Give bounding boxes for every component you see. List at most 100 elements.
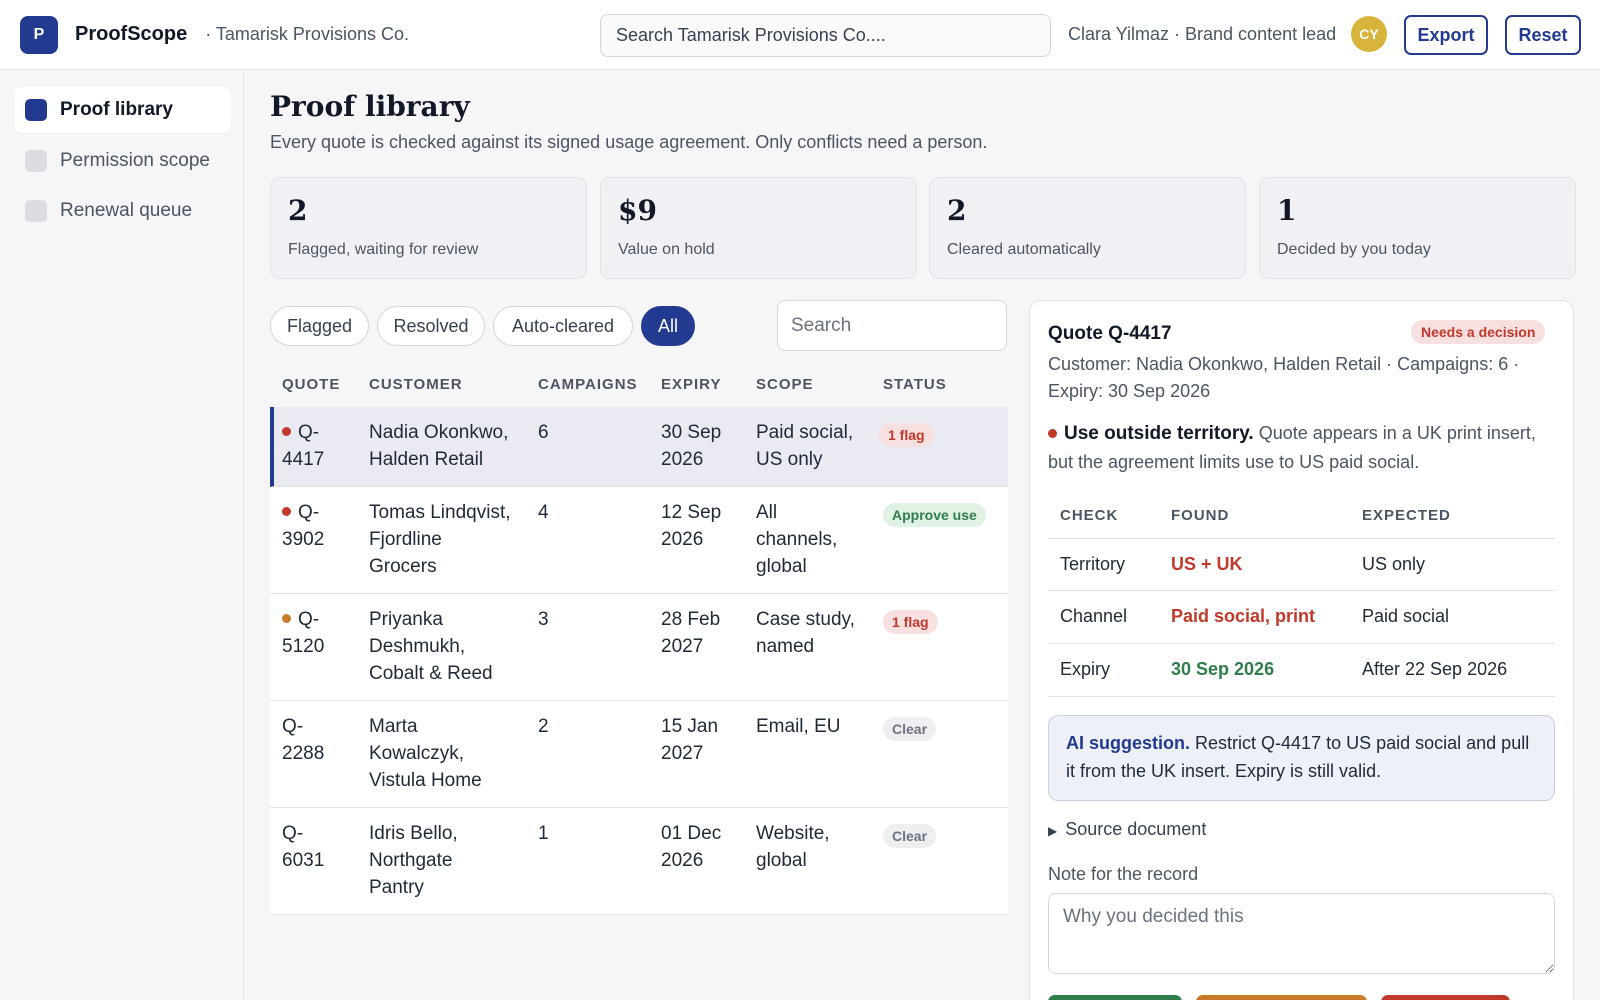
quote-cell: Q- 5120: [282, 609, 325, 657]
expiry-cell: 30 Sep 2026: [661, 422, 722, 470]
decision-badge: Needs a decision: [1411, 320, 1546, 344]
source-document-toggle[interactable]: ▶ Source document: [1048, 819, 1206, 840]
column-header-scope[interactable]: SCOPE: [756, 376, 814, 393]
column-header-expiry[interactable]: EXPIRY: [661, 376, 721, 393]
note-textarea[interactable]: [1048, 893, 1555, 974]
proof-library-icon: [25, 99, 47, 121]
status-badge: Clear: [883, 717, 937, 741]
status-dot: [282, 507, 291, 517]
check-expected: US only: [1362, 554, 1426, 574]
scope-cell: Paid social, US only: [756, 422, 854, 470]
expiry-cell: 12 Sep 2026: [661, 502, 722, 550]
source-document-label: Source document: [1065, 819, 1207, 839]
list-search-input[interactable]: [777, 300, 1007, 351]
quote-cell: Q- 6031: [282, 823, 325, 871]
approve-action-button[interactable]: [1048, 995, 1182, 1000]
check-name: Territory: [1060, 554, 1126, 574]
table-row[interactable]: Q- 5120 Priyanka Deshmukh, Cobalt & Reed 3 …: [270, 594, 1008, 701]
check-found: Paid social, print: [1171, 606, 1316, 626]
note-label: Note for the record: [1048, 864, 1199, 884]
check-expected: After 22 Sep 2026: [1362, 659, 1508, 679]
org-name: · Tamarisk Provisions Co.: [205, 24, 409, 44]
renewal-queue-icon: [25, 200, 47, 222]
top-bar: P ProofScope · Tamarisk Provisions Co. C…: [0, 0, 1600, 70]
app-name: ProofScope: [75, 23, 188, 45]
status-dot: [282, 614, 291, 624]
expiry-cell: 15 Jan 2027: [661, 716, 719, 764]
restrict-action-button[interactable]: [1196, 995, 1367, 1000]
check-found: 30 Sep 2026: [1171, 659, 1275, 679]
table-row[interactable]: Q- 2288 Marta Kowalczyk, Vistula Home 2 15 …: [270, 701, 1008, 808]
reset-button[interactable]: Reset: [1505, 15, 1581, 55]
table-row[interactable]: Q- 6031 Idris Bello, Northgate Pantry 1 01 …: [270, 808, 1008, 915]
stat-label: Decided by you today: [1277, 241, 1431, 258]
detail-title: Quote Q-4417: [1048, 323, 1172, 344]
scope-cell: Case study, named: [756, 609, 855, 657]
page-title: Proof library: [270, 90, 470, 123]
column-header-quote[interactable]: QUOTE: [282, 376, 340, 393]
ai-suggestion-label: AI suggestion.: [1066, 733, 1191, 753]
campaigns-cell: 6: [538, 422, 549, 443]
check-header-expected: EXPECTED: [1362, 507, 1451, 524]
column-header-campaigns[interactable]: CAMPAIGNS: [538, 376, 638, 393]
filter-resolved[interactable]: Resolved: [377, 306, 485, 346]
customer-cell: Nadia Okonkwo, Halden Retail: [369, 422, 509, 470]
page-subtitle: Every quote is checked against its signe…: [270, 132, 988, 152]
permission-scope-icon: [25, 150, 47, 172]
stat-card-flagged: 2 Flagged, waiting for review: [270, 177, 587, 279]
customer-cell: Priyanka Deshmukh, Cobalt & Reed: [369, 609, 493, 684]
filter-flagged[interactable]: Flagged: [270, 306, 369, 346]
sidebar-item-label: Proof library: [60, 99, 173, 120]
scope-cell: Website, global: [756, 823, 830, 871]
stat-label: Value on hold: [618, 241, 715, 258]
check-found: US + UK: [1171, 554, 1243, 574]
table-row[interactable]: Q- 4417 Nadia Okonkwo, Halden Retail 6 30 …: [270, 407, 1008, 487]
filter-all[interactable]: All: [641, 306, 695, 346]
stat-card-decided: 1 Decided by you today: [1259, 177, 1576, 279]
sidebar-item-permission-scope[interactable]: Permission scope: [14, 138, 231, 184]
user-label: Clara Yilmaz · Brand content lead: [1068, 24, 1337, 44]
scope-cell: Email, EU: [756, 716, 841, 737]
table-row[interactable]: Q- 3902 Tomas Lindqvist, Fjordline Grocers …: [270, 487, 1008, 594]
check-row: Channel Paid social, print Paid social: [1048, 591, 1555, 644]
detail-meta: Customer: Nadia Okonkwo, Halden Retail ·…: [1048, 354, 1520, 401]
expiry-cell: 28 Feb 2027: [661, 609, 721, 657]
campaigns-cell: 1: [538, 823, 549, 844]
issue-summary: Use outside territory. Quote appears in …: [1048, 419, 1558, 476]
avatar[interactable]: CY: [1351, 16, 1387, 52]
quote-detail-panel: Quote Q-4417 Needs a decision Customer: …: [1029, 300, 1574, 1000]
column-header-customer[interactable]: CUSTOMER: [369, 376, 463, 393]
sidebar-item-renewal-queue[interactable]: Renewal queue: [14, 188, 231, 234]
export-button[interactable]: Export: [1404, 15, 1488, 55]
check-header-found: FOUND: [1171, 507, 1230, 524]
sidebar-item-label: Permission scope: [60, 150, 210, 171]
stat-value: $9: [618, 194, 657, 227]
filter-auto-cleared[interactable]: Auto-cleared: [493, 306, 633, 346]
quote-cell: Q- 3902: [282, 502, 325, 550]
issue-title: Use outside territory.: [1064, 423, 1254, 444]
column-header-status[interactable]: STATUS: [883, 376, 947, 393]
stat-value: 2: [947, 194, 967, 227]
campaigns-cell: 2: [538, 716, 549, 737]
check-row: Expiry 30 Sep 2026 After 22 Sep 2026: [1048, 644, 1555, 697]
stat-label: Flagged, waiting for review: [288, 241, 479, 258]
scope-cell: All channels, global: [756, 502, 838, 577]
sidebar: Proof library Permission scope Renewal q…: [0, 70, 244, 1000]
sidebar-item-proof-library[interactable]: Proof library: [14, 87, 231, 133]
status-badge: 1 flag: [879, 423, 934, 447]
app-logo[interactable]: P: [20, 15, 58, 54]
ai-suggestion: AI suggestion. Restrict Q-4417 to US pai…: [1048, 715, 1555, 801]
check-row: Territory US + UK US only: [1048, 538, 1555, 591]
caret-right-icon: ▶: [1048, 824, 1058, 838]
check-name: Channel: [1060, 606, 1128, 626]
stat-card-cleared: 2 Cleared automatically: [929, 177, 1246, 279]
quote-cell: Q- 4417: [282, 422, 325, 470]
global-search-input[interactable]: [600, 14, 1051, 57]
stat-card-value-on-hold: $9 Value on hold: [600, 177, 917, 279]
stat-value: 1: [1277, 194, 1297, 227]
status-dot: [282, 427, 291, 437]
reject-action-button[interactable]: [1381, 995, 1510, 1000]
quote-cell: Q- 2288: [282, 716, 325, 764]
campaigns-cell: 3: [538, 609, 549, 630]
expiry-cell: 01 Dec 2026: [661, 823, 722, 871]
